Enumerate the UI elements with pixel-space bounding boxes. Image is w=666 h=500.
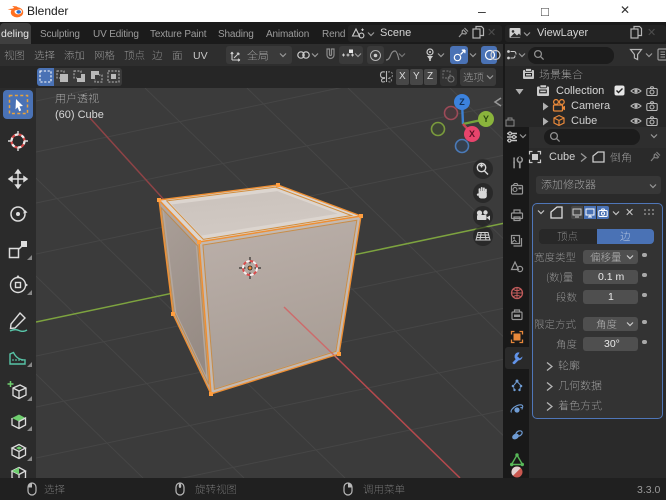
svg-text:Z: Z bbox=[459, 97, 465, 107]
svg-text:Y: Y bbox=[483, 114, 489, 124]
svg-text:X: X bbox=[469, 129, 475, 139]
